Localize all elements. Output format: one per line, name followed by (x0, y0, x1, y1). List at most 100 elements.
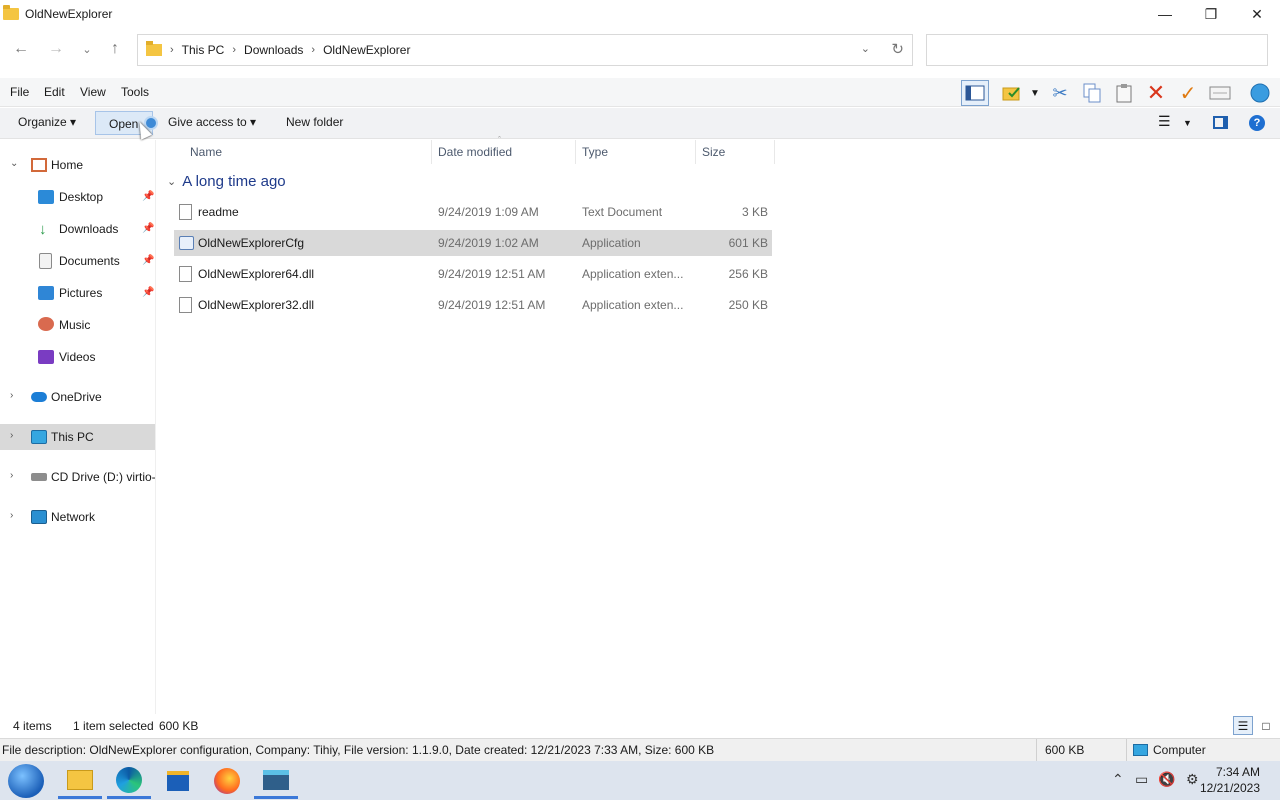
pin-icon[interactable]: 📌 (142, 223, 154, 234)
chevron-right-icon[interactable]: › (10, 510, 13, 521)
sidebar-item-documents[interactable]: Documents 📌 (0, 248, 155, 274)
address-bar[interactable]: › This PC › Downloads › OldNewExplorer ⌄… (137, 34, 913, 66)
sidebar-item-onedrive[interactable]: › OneDrive (0, 384, 155, 410)
text-file-icon (179, 204, 192, 220)
sidebar-item-music[interactable]: Music (0, 312, 155, 338)
taskbar-terminal[interactable] (254, 763, 298, 799)
chevron-down-icon[interactable]: ⌄ (10, 158, 18, 169)
computer-icon (1133, 744, 1148, 756)
give-access-label: Give access to (168, 115, 247, 129)
column-header-size[interactable]: Size (702, 145, 725, 159)
view-dropdown-icon[interactable]: ▼ (1183, 118, 1192, 128)
column-divider[interactable] (695, 140, 696, 164)
paste-icon[interactable] (1110, 80, 1138, 106)
sidebar-item-cd-drive[interactable]: › CD Drive (D:) virtio-win (0, 464, 155, 490)
column-divider[interactable] (575, 140, 576, 164)
sidebar-item-home[interactable]: ⌄ Home (0, 152, 155, 178)
view-options-icon[interactable]: ☰ (1158, 113, 1171, 130)
start-button[interactable] (8, 764, 44, 798)
divider (1126, 739, 1127, 762)
sidebar-item-label: OneDrive (51, 390, 102, 404)
cloud-icon (31, 392, 47, 402)
pin-icon[interactable]: 📌 (142, 191, 154, 202)
preview-pane-toggle-icon[interactable] (1213, 116, 1228, 129)
menu-edit[interactable]: Edit (44, 85, 65, 99)
status-bar: 4 items 1 item selected 600 KB ☰ □ (0, 714, 1280, 738)
file-row[interactable]: OldNewExplorer32.dll 9/24/2019 12:51 AM … (174, 292, 772, 318)
recent-locations-button[interactable]: ⌄ (76, 38, 98, 60)
cut-icon[interactable]: ✂ (1046, 80, 1074, 106)
group-header[interactable]: ⌄ A long time ago (167, 173, 286, 190)
file-row[interactable]: OldNewExplorerCfg 9/24/2019 1:02 AM Appl… (174, 230, 772, 256)
network-status-icon[interactable]: ▭ (1135, 771, 1148, 788)
network-icon (31, 510, 47, 524)
taskbar-store[interactable] (156, 763, 200, 799)
breadcrumb-this-pc[interactable]: This PC (182, 43, 225, 57)
sidebar-item-pictures[interactable]: Pictures 📌 (0, 280, 155, 306)
breadcrumb-downloads[interactable]: Downloads (244, 43, 303, 57)
column-header-date[interactable]: Date modified (438, 145, 512, 159)
minimize-button[interactable]: — (1142, 0, 1188, 28)
show-hidden-icons-icon[interactable]: ⌃ (1112, 771, 1124, 788)
chevron-right-icon[interactable]: › (10, 470, 13, 481)
column-header-name[interactable]: Name (190, 145, 222, 159)
sidebar-item-label: Home (51, 158, 84, 172)
volume-muted-icon[interactable]: 🔇 (1158, 771, 1175, 788)
up-button[interactable]: ↑ (104, 38, 126, 60)
rename-icon[interactable]: ✓ (1174, 80, 1202, 106)
file-date: 9/24/2019 1:02 AM (438, 236, 539, 250)
chevron-right-icon[interactable]: › (10, 390, 13, 401)
item-count: 4 items (13, 719, 52, 733)
details-view-icon[interactable]: ☰ (1233, 716, 1253, 735)
selection-count: 1 item selected (73, 719, 154, 733)
clock[interactable]: 7:34 AM 12/21/2023 (1200, 764, 1260, 796)
sidebar-item-downloads[interactable]: ↓ Downloads 📌 (0, 216, 155, 242)
settings-icon[interactable]: ⚙ (1186, 771, 1199, 788)
pin-icon[interactable]: 📌 (142, 287, 154, 298)
copy-icon[interactable] (1078, 80, 1106, 106)
delete-icon[interactable]: ✕ (1142, 80, 1170, 106)
properties-icon[interactable] (998, 80, 1026, 106)
map-drive-icon[interactable] (1206, 80, 1234, 106)
preview-pane-icon[interactable] (961, 80, 989, 106)
large-icons-view-icon[interactable]: □ (1256, 716, 1276, 735)
videos-icon (38, 350, 54, 364)
new-folder-button[interactable]: New folder (286, 115, 343, 129)
taskbar-file-explorer[interactable] (58, 763, 102, 799)
menu-file[interactable]: File (10, 85, 29, 99)
sidebar-item-this-pc[interactable]: › This PC (0, 424, 155, 450)
file-row[interactable]: readme 9/24/2019 1:09 AM Text Document 3… (174, 199, 772, 225)
sidebar-item-label: This PC (51, 430, 94, 444)
chevron-down-icon[interactable]: ⌄ (167, 175, 176, 188)
sidebar-item-videos[interactable]: Videos (0, 344, 155, 370)
menu-view[interactable]: View (80, 85, 106, 99)
maximize-button[interactable]: ❐ (1188, 0, 1234, 28)
search-input[interactable] (926, 34, 1268, 66)
taskbar-edge[interactable] (107, 763, 151, 799)
taskbar-firefox[interactable] (205, 763, 249, 799)
taskbar: ⌃ ▭ 🔇 ⚙ 7:34 AM 12/21/2023 (0, 761, 1280, 800)
organize-button[interactable]: Organize ▾ (18, 115, 76, 129)
refresh-icon[interactable]: ↻ (891, 40, 904, 58)
pin-icon[interactable]: 📌 (142, 255, 154, 266)
breadcrumb-oldnewexplorer[interactable]: OldNewExplorer (323, 43, 410, 57)
chevron-right-icon[interactable]: › (10, 430, 13, 441)
column-header-type[interactable]: Type (582, 145, 608, 159)
address-dropdown-icon[interactable]: ⌄ (861, 42, 870, 55)
column-divider[interactable] (774, 140, 775, 164)
clock-time: 7:34 AM (1215, 765, 1260, 779)
sidebar-item-network[interactable]: › Network (0, 504, 155, 530)
forward-button[interactable]: → (45, 38, 67, 60)
file-row[interactable]: OldNewExplorer64.dll 9/24/2019 12:51 AM … (174, 261, 772, 287)
file-date: 9/24/2019 12:51 AM (438, 298, 546, 312)
sidebar-item-desktop[interactable]: Desktop 📌 (0, 184, 155, 210)
close-button[interactable]: ✕ (1234, 0, 1280, 28)
sidebar-item-label: Network (51, 510, 96, 524)
dropdown-arrow-icon[interactable]: ▼ (1026, 80, 1044, 106)
give-access-button[interactable]: Give access to ▾ (168, 115, 256, 129)
menu-tools[interactable]: Tools (121, 85, 149, 99)
back-button[interactable]: ← (10, 38, 32, 60)
column-divider[interactable] (431, 140, 432, 164)
network-icon[interactable] (1246, 80, 1274, 106)
help-icon[interactable]: ? (1249, 115, 1265, 131)
